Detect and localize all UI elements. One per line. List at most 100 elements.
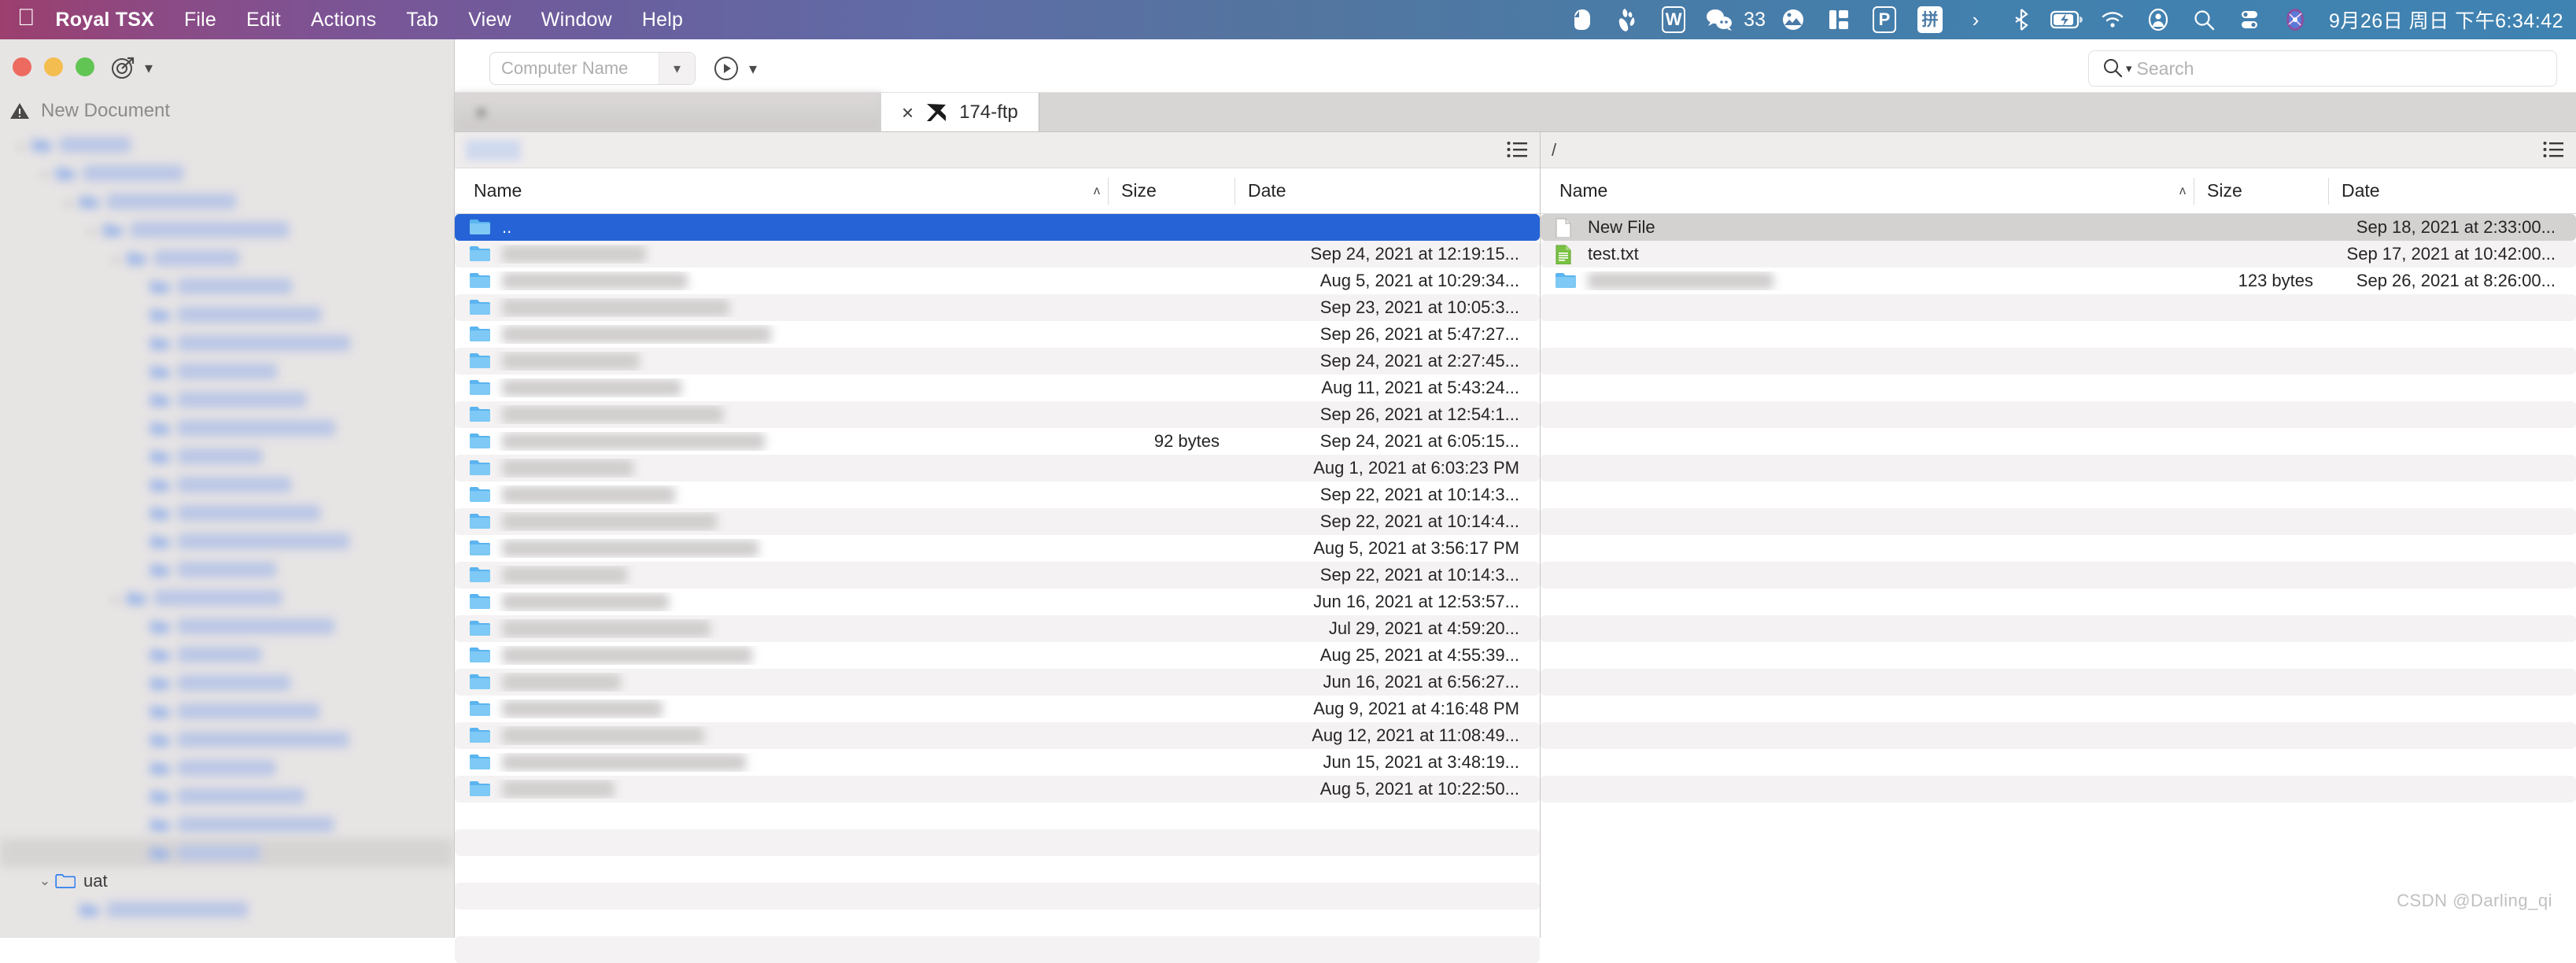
tree-item[interactable]: ⌄ — [0, 357, 454, 386]
chevron-down-icon[interactable]: ⌄ — [82, 222, 102, 238]
tree-item[interactable]: ⌄ — [0, 612, 454, 640]
control-center-icon[interactable] — [2231, 6, 2268, 34]
parallels-icon[interactable]: P — [1866, 6, 1902, 34]
chevron-down-icon[interactable]: ▾ — [659, 53, 695, 84]
table-row[interactable]: Jul 29, 2021 at 4:59:20... — [455, 615, 1540, 642]
column-header-date[interactable]: Date — [1235, 168, 1540, 213]
file-name-cell[interactable] — [455, 566, 1108, 585]
local-path-bar[interactable] — [455, 132, 1540, 168]
table-row[interactable]: Aug 25, 2021 at 4:55:39... — [455, 642, 1540, 669]
menu-item-file[interactable]: File — [169, 9, 231, 31]
table-row[interactable]: 123 bytes Sep 26, 2021 at 8:26:00... — [1541, 268, 2576, 294]
table-row[interactable]: Aug 5, 2021 at 3:56:17 PM — [455, 535, 1540, 562]
file-name-cell[interactable] — [455, 619, 1108, 638]
table-row[interactable]: Sep 24, 2021 at 12:19:15... — [455, 241, 1540, 268]
file-name-cell[interactable] — [455, 271, 1108, 290]
tree-item[interactable]: ⌄ — [0, 301, 454, 329]
file-name-cell[interactable] — [455, 459, 1108, 478]
close-icon[interactable]: × — [475, 102, 487, 123]
menu-bar-clock[interactable]: 9月26日 周日 下午6:34:42 — [2329, 6, 2563, 34]
tree-item[interactable]: ⌄ — [0, 187, 454, 216]
table-row[interactable]: Aug 12, 2021 at 11:08:49... — [455, 722, 1540, 749]
zoom-window-button[interactable] — [76, 57, 94, 76]
table-row[interactable]: test.txt Sep 17, 2021 at 10:42:00... — [1541, 241, 2576, 268]
file-name-cell[interactable] — [455, 539, 1108, 558]
table-row[interactable]: Aug 1, 2021 at 6:03:23 PM — [455, 455, 1540, 482]
column-header-name[interactable]: Name ʌ — [455, 168, 1108, 213]
table-row[interactable]: Sep 22, 2021 at 10:14:3... — [455, 482, 1540, 508]
table-row[interactable]: Jun 16, 2021 at 12:53:57... — [455, 588, 1540, 615]
table-row[interactable]: 92 bytes Sep 24, 2021 at 6:05:15... — [455, 428, 1540, 455]
menu-item-edit[interactable]: Edit — [231, 9, 296, 31]
remote-path-text[interactable]: / — [1552, 140, 1556, 160]
tree-item[interactable]: ⌄ — [0, 470, 454, 499]
table-row[interactable]: New File Sep 18, 2021 at 2:33:00... — [1541, 214, 2576, 241]
table-row[interactable]: .. — [455, 214, 1540, 241]
photos-icon[interactable] — [1775, 6, 1811, 34]
user-account-icon[interactable] — [2140, 6, 2176, 34]
table-row[interactable]: Aug 5, 2021 at 10:22:50... — [455, 776, 1540, 802]
search-field[interactable]: ▾ Search — [2088, 50, 2557, 87]
table-row[interactable]: Sep 22, 2021 at 10:14:3... — [455, 562, 1540, 588]
tree-item[interactable]: ⌄ — [0, 131, 454, 159]
tree-item[interactable]: ⌄ — [0, 754, 454, 782]
tree-item[interactable]: ⌄ — [0, 584, 454, 612]
table-row[interactable]: Jun 15, 2021 at 3:48:19... — [455, 749, 1540, 776]
chevron-down-icon[interactable]: ⌄ — [58, 194, 79, 209]
minimize-window-button[interactable] — [44, 57, 63, 76]
tree-item[interactable]: ⌄ — [0, 272, 454, 301]
column-header-size[interactable]: Size — [1109, 168, 1234, 213]
tree-item[interactable]: ⌄ — [0, 782, 454, 810]
tree-item[interactable]: ⌄ — [0, 669, 454, 697]
tree-item[interactable]: ⌄ — [0, 640, 454, 669]
file-name-cell[interactable] — [455, 432, 1108, 451]
tree-item-uat[interactable]: ⌄ uat — [0, 867, 454, 895]
tab-174-ftp[interactable]: × 174-ftp — [881, 93, 1039, 131]
close-icon[interactable]: × — [902, 102, 913, 123]
file-name-cell[interactable] — [455, 485, 1108, 504]
table-row[interactable]: Sep 26, 2021 at 5:47:27... — [455, 321, 1540, 348]
tree-item[interactable]: ⌄ — [0, 810, 454, 839]
file-name-cell[interactable] — [455, 298, 1108, 317]
file-name-cell[interactable] — [455, 325, 1108, 344]
menu-item-view[interactable]: View — [453, 9, 526, 31]
bluetooth-icon[interactable] — [2003, 6, 2039, 34]
tree-item[interactable]: ⌄ — [0, 329, 454, 357]
chevron-down-icon[interactable]: ⌄ — [105, 250, 126, 266]
table-row[interactable]: Aug 5, 2021 at 10:29:34... — [455, 268, 1540, 294]
menu-item-tab[interactable]: Tab — [391, 9, 453, 31]
tree-item[interactable]: ⌄ — [0, 527, 454, 555]
search-input[interactable]: Search — [2137, 58, 2194, 79]
column-header-date[interactable]: Date — [2329, 168, 2576, 213]
spotlight-search-icon[interactable] — [2186, 6, 2222, 34]
overflow-chevron-icon[interactable]: › — [1958, 6, 1994, 34]
file-name-cell[interactable] — [455, 673, 1108, 692]
table-row[interactable]: Jun 16, 2021 at 6:56:27... — [455, 669, 1540, 696]
file-name-cell[interactable] — [455, 378, 1108, 397]
file-name-cell[interactable]: .. — [455, 217, 1108, 238]
connect-target-toolbar-group[interactable]: ▾ — [110, 55, 153, 80]
remote-path-bar[interactable]: / — [1541, 132, 2576, 168]
file-name-cell[interactable] — [455, 726, 1108, 745]
chevron-down-icon[interactable]: ⌄ — [35, 165, 55, 181]
tree-item[interactable]: ⌄ — [0, 216, 454, 244]
table-row[interactable]: Aug 9, 2021 at 4:16:48 PM — [455, 696, 1540, 722]
wps-writer-icon[interactable]: W — [1655, 6, 1692, 34]
file-name-cell[interactable] — [455, 646, 1108, 665]
play-icon[interactable] — [714, 57, 738, 80]
file-name-cell[interactable] — [455, 592, 1108, 611]
view-options-icon[interactable] — [1507, 141, 1527, 162]
column-header-size[interactable]: Size — [2194, 168, 2328, 213]
tree-item[interactable]: ⌄ — [0, 839, 454, 867]
tree-item[interactable]: ⌄ — [0, 555, 454, 584]
split-view-icon[interactable] — [1821, 6, 1857, 34]
chevron-down-icon[interactable]: ▾ — [749, 59, 757, 79]
evernote-icon[interactable] — [1564, 6, 1600, 34]
column-header-name[interactable]: Name ʌ — [1541, 168, 2194, 213]
file-name-cell[interactable] — [455, 352, 1108, 371]
chevron-down-icon[interactable]: ⌄ — [35, 873, 55, 889]
menu-item-royal-tsx[interactable]: Royal TSX — [50, 9, 169, 31]
tree-item[interactable]: ⌄ — [0, 499, 454, 527]
menu-item-help[interactable]: Help — [627, 9, 698, 31]
wifi-icon[interactable] — [2094, 6, 2131, 34]
